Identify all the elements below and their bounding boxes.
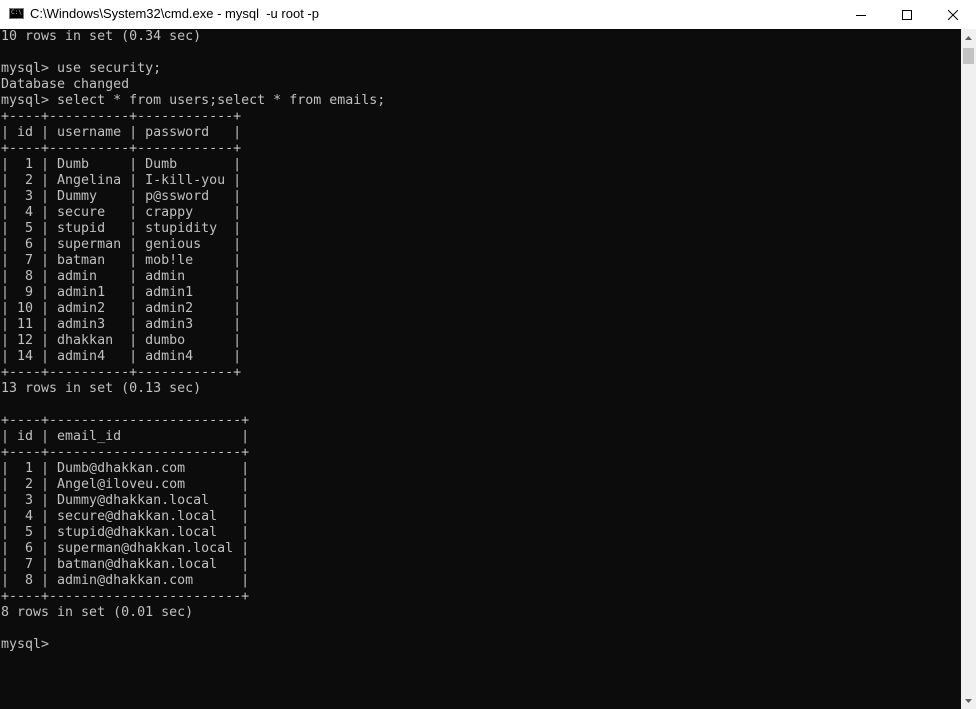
- console-line: | 9 | admin1 | admin1 |: [1, 285, 242, 300]
- console-line: | 1 | Dumb@dhakkan.com |: [1, 461, 250, 476]
- console-line: 10 rows in set (0.34 sec): [1, 29, 202, 44]
- minimize-icon: [856, 14, 866, 16]
- title-bar[interactable]: C:\ C:\Windows\System32\cmd.exe - mysql …: [0, 0, 976, 29]
- chevron-down-icon: [965, 698, 972, 703]
- console-line: +----+----------+------------+: [1, 109, 242, 124]
- console-line: mysql> select * from users;select * from…: [1, 93, 386, 108]
- scroll-down-button[interactable]: [961, 692, 976, 709]
- console-line: 8 rows in set (0.01 sec): [1, 605, 194, 620]
- console-line: | 1 | Dumb | Dumb |: [1, 157, 242, 172]
- console-line: | 6 | superman@dhakkan.local |: [1, 541, 250, 556]
- console-line: +----+------------------------+: [1, 413, 250, 428]
- console-line: | 4 | secure@dhakkan.local |: [1, 509, 250, 524]
- minimize-button[interactable]: [838, 0, 884, 29]
- cmd-icon: C:\: [9, 8, 24, 19]
- scrollbar-thumb[interactable]: [963, 48, 974, 64]
- console-line: +----+------------------------+: [1, 589, 250, 604]
- console-line: | 2 | Angel@iloveu.com |: [1, 477, 250, 492]
- chevron-up-icon: [965, 35, 972, 40]
- window-title: C:\Windows\System32\cmd.exe - mysql -u r…: [30, 6, 319, 21]
- console-line: | id | username | password |: [1, 125, 242, 140]
- maximize-icon: [902, 9, 912, 20]
- console-line: | 8 | admin@dhakkan.com |: [1, 573, 250, 588]
- close-button[interactable]: [930, 0, 976, 29]
- console-line: | 11 | admin3 | admin3 |: [1, 317, 242, 332]
- scroll-up-button[interactable]: [961, 29, 976, 46]
- console-line: | 5 | stupid | stupidity |: [1, 221, 242, 236]
- console-line: | 3 | Dummy | p@ssword |: [1, 189, 242, 204]
- console-line: +----+----------+------------+: [1, 365, 242, 380]
- console-output[interactable]: 10 rows in set (0.34 sec) mysql> use sec…: [0, 29, 961, 709]
- maximize-button[interactable]: [884, 0, 930, 29]
- console-line: Database changed: [1, 77, 130, 92]
- console-line: | 6 | superman | genious |: [1, 237, 242, 252]
- console-line: | id | email_id |: [1, 429, 250, 444]
- console-line: | 5 | stupid@dhakkan.local |: [1, 525, 250, 540]
- console-line: mysql> use security;: [1, 61, 162, 76]
- console-line: 13 rows in set (0.13 sec): [1, 381, 202, 396]
- console-line: | 7 | batman | mob!le |: [1, 253, 242, 268]
- close-icon: [948, 9, 958, 20]
- console-line: mysql>: [1, 637, 50, 652]
- console-line: | 4 | secure | crappy |: [1, 205, 242, 220]
- console-line: | 10 | admin2 | admin2 |: [1, 301, 242, 316]
- console-line: | 8 | admin | admin |: [1, 269, 242, 284]
- console-line: | 3 | Dummy@dhakkan.local |: [1, 493, 250, 508]
- console-line: | 7 | batman@dhakkan.local |: [1, 557, 250, 572]
- console-line: | 14 | admin4 | admin4 |: [1, 349, 242, 364]
- console-line: | 2 | Angelina | I-kill-you |: [1, 173, 242, 188]
- vertical-scrollbar[interactable]: [961, 29, 976, 709]
- console-line: +----+------------------------+: [1, 445, 250, 460]
- console-text: 10 rows in set (0.34 sec) mysql> use sec…: [0, 29, 961, 653]
- console-line: | 12 | dhakkan | dumbo |: [1, 333, 242, 348]
- console-line: +----+----------+------------+: [1, 141, 242, 156]
